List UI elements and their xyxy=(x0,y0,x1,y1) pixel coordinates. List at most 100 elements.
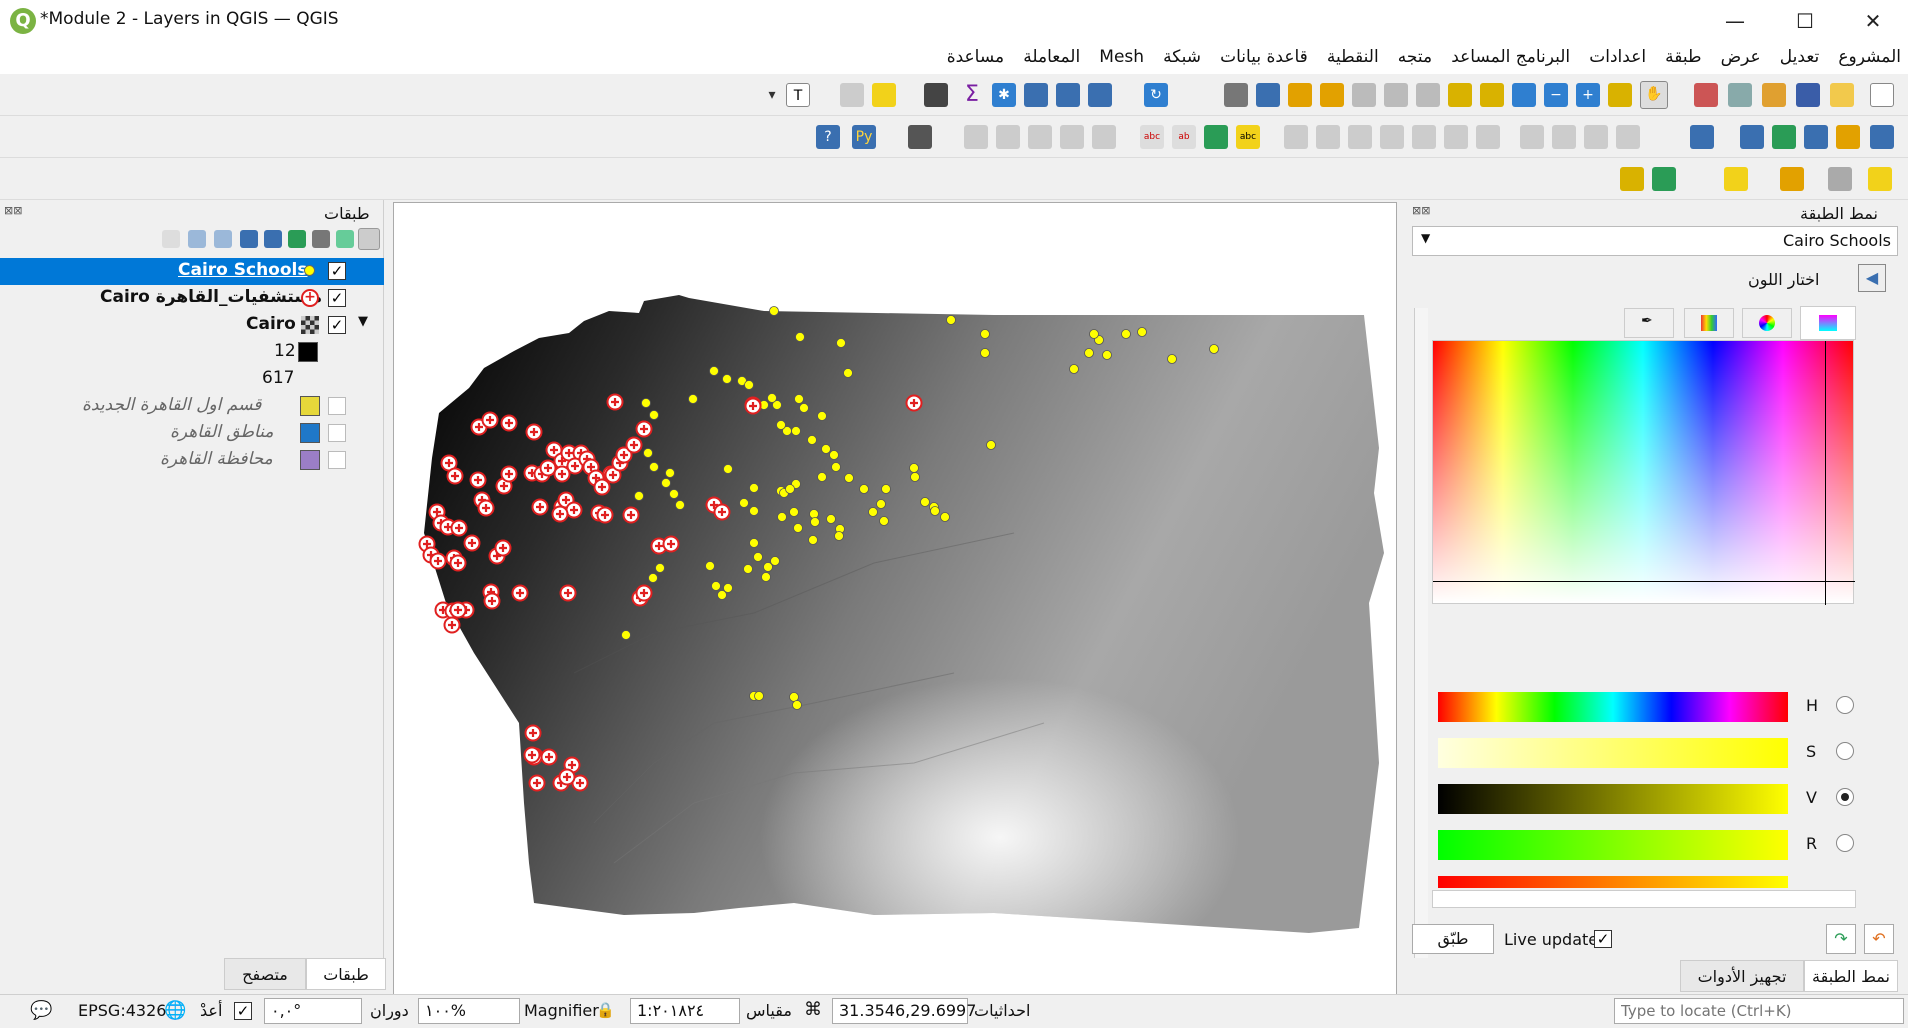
zoom-last-icon[interactable] xyxy=(1384,83,1408,107)
open-project-icon[interactable] xyxy=(1830,83,1854,107)
globe-icon[interactable]: 🌐 xyxy=(164,1000,186,1021)
tab-processing-toolbox[interactable]: تجهيز الأدوات xyxy=(1680,960,1804,992)
add-mesh-layer-icon[interactable] xyxy=(1804,125,1828,149)
measure-icon[interactable] xyxy=(924,83,948,107)
layer-visibility-checkbox[interactable] xyxy=(328,397,346,415)
maximize-icon[interactable]: ☐ xyxy=(1770,0,1840,42)
layout-manager-icon[interactable] xyxy=(1728,83,1752,107)
coordinate-toggle-icon[interactable]: ⌘ xyxy=(804,999,822,1020)
layer-row-cairo-schools[interactable]: Cairo Schools ✓ xyxy=(0,258,384,285)
chevron-down-icon[interactable]: ▾ xyxy=(760,83,784,107)
vertex-tool-icon[interactable] xyxy=(1520,125,1544,149)
identify-features-icon[interactable] xyxy=(1868,167,1892,191)
copy-features-icon[interactable] xyxy=(1380,125,1404,149)
save-edits-icon[interactable] xyxy=(1584,125,1608,149)
menu-processing[interactable]: المعاملة xyxy=(1016,42,1087,67)
menu-mesh[interactable]: Mesh xyxy=(1092,42,1151,67)
apply-button[interactable]: طبّق xyxy=(1412,924,1494,954)
paste-features-icon[interactable] xyxy=(1348,125,1372,149)
layer-visibility-checkbox[interactable]: ✓ xyxy=(328,316,346,334)
filter-legend-icon[interactable] xyxy=(214,230,232,248)
layer-visibility-checkbox[interactable]: ✓ xyxy=(328,289,346,307)
radio-s[interactable] xyxy=(1836,742,1854,760)
select-features-icon[interactable] xyxy=(1724,167,1748,191)
menu-layer[interactable]: طبقة xyxy=(1658,42,1708,67)
remove-layer-icon[interactable] xyxy=(336,230,354,248)
bookmark-icon[interactable] xyxy=(1256,83,1280,107)
text-icon[interactable]: T xyxy=(786,83,810,107)
add-spatialite-icon[interactable] xyxy=(1740,125,1764,149)
vertical-scrollbar[interactable] xyxy=(1414,308,1428,958)
layer-row-hidden[interactable]: قسم اول القاهرة الجديدة xyxy=(0,393,384,420)
menu-vector[interactable]: متجه xyxy=(1391,42,1439,67)
layer-visibility-checkbox[interactable] xyxy=(328,451,346,469)
attribute-table-icon[interactable] xyxy=(1056,83,1080,107)
add-feature-icon[interactable] xyxy=(1552,125,1576,149)
new-project-icon[interactable] xyxy=(1870,83,1894,107)
crs-label[interactable]: EPSG:4326 xyxy=(78,1001,166,1020)
temporal-controller-icon[interactable] xyxy=(1224,83,1248,107)
menu-web[interactable]: شبكة xyxy=(1156,42,1208,67)
tab-layer-styling[interactable]: نمط الطبقة xyxy=(1804,960,1898,992)
zoom-native-icon[interactable] xyxy=(1416,83,1440,107)
statistics-sum-icon[interactable]: Σ xyxy=(960,83,984,107)
pan-hand-icon[interactable]: ✋ xyxy=(1640,81,1668,109)
live-update-checkbox[interactable]: ✓ xyxy=(1594,930,1612,948)
pin-labels-icon[interactable]: ab xyxy=(1172,125,1196,149)
radio-v[interactable] xyxy=(1836,788,1854,806)
menu-settings[interactable]: اعدادات xyxy=(1582,42,1653,67)
horizontal-scrollbar[interactable] xyxy=(1432,890,1856,908)
attribute-select-icon[interactable] xyxy=(1828,167,1852,191)
lock-icon[interactable]: 🔒 xyxy=(596,1001,615,1019)
saturation-slider[interactable] xyxy=(1438,738,1788,768)
new-3d-view-icon[interactable] xyxy=(1288,83,1312,107)
menu-database[interactable]: قاعدة بيانات xyxy=(1213,42,1315,67)
show-labels-icon[interactable]: abc xyxy=(1140,125,1164,149)
style-manager-icon[interactable] xyxy=(1694,83,1718,107)
diagram-tool-icon[interactable] xyxy=(1204,125,1228,149)
cut-features-icon[interactable] xyxy=(1412,125,1436,149)
label-properties-icon[interactable] xyxy=(996,125,1020,149)
change-label-icon[interactable] xyxy=(1028,125,1052,149)
manage-themes-icon[interactable] xyxy=(188,230,206,248)
layer-visibility-checkbox[interactable] xyxy=(328,424,346,442)
zoom-full-icon[interactable] xyxy=(1512,83,1536,107)
layer-row-hidden[interactable]: محافظة القاهرة xyxy=(0,447,384,474)
radio-r[interactable] xyxy=(1836,834,1854,852)
map-tips-icon[interactable] xyxy=(872,83,896,107)
pan-to-selection-icon[interactable] xyxy=(1608,83,1632,107)
processing-toolbox-icon[interactable]: ✱ xyxy=(992,83,1016,107)
layer-row-hidden[interactable]: مناطق القاهرة xyxy=(0,420,384,447)
layer-visibility-checkbox[interactable]: ✓ xyxy=(328,262,346,280)
color-picker-area[interactable] xyxy=(1432,340,1855,605)
tab-browser[interactable]: متصفح xyxy=(224,958,306,990)
back-arrow-icon[interactable]: ◀ xyxy=(1858,264,1886,292)
magnifier-input[interactable]: ١٠٠% xyxy=(418,998,520,1024)
style-dock-icon[interactable] xyxy=(358,228,380,250)
red-slider[interactable] xyxy=(1438,830,1788,860)
field-calculator-icon[interactable] xyxy=(1024,83,1048,107)
hue-slider[interactable] xyxy=(1438,692,1788,722)
refresh-icon[interactable]: ↻ xyxy=(1144,83,1168,107)
digitize-tool-icon[interactable] xyxy=(1616,125,1640,149)
minimize-icon[interactable]: — xyxy=(1700,0,1770,42)
messages-icon[interactable]: 💬 xyxy=(30,1000,52,1021)
render-checkbox[interactable]: ✓ xyxy=(234,1002,252,1020)
delete-selected-icon[interactable] xyxy=(1444,125,1468,149)
eyedropper-tab[interactable]: ✒ xyxy=(1624,308,1674,338)
zoom-next-icon[interactable] xyxy=(1352,83,1376,107)
zoom-out-icon[interactable]: − xyxy=(1544,83,1568,107)
layer-row-cairo-hospitals[interactable]: Cairo مستشفيات_القاهرة + ✓ xyxy=(0,285,384,312)
filter-icon[interactable] xyxy=(288,230,306,248)
redo-icon[interactable]: ↷ xyxy=(1826,924,1856,954)
zoom-layer-icon[interactable] xyxy=(1448,83,1472,107)
text-annotation-icon[interactable] xyxy=(840,83,864,107)
visibility-icon[interactable] xyxy=(312,230,330,248)
layer-row-cairo-raster[interactable]: Cairo ✓ ▼ xyxy=(0,312,384,339)
unpinned-labels-icon[interactable] xyxy=(964,125,988,149)
locator-icon[interactable] xyxy=(1652,167,1676,191)
undo-icon[interactable] xyxy=(1316,125,1340,149)
add-raster-layer-icon[interactable] xyxy=(1836,125,1860,149)
layer-select-dropdown[interactable]: ▼ Cairo Schools xyxy=(1412,226,1898,256)
tab-layers[interactable]: طبقات xyxy=(306,958,386,990)
